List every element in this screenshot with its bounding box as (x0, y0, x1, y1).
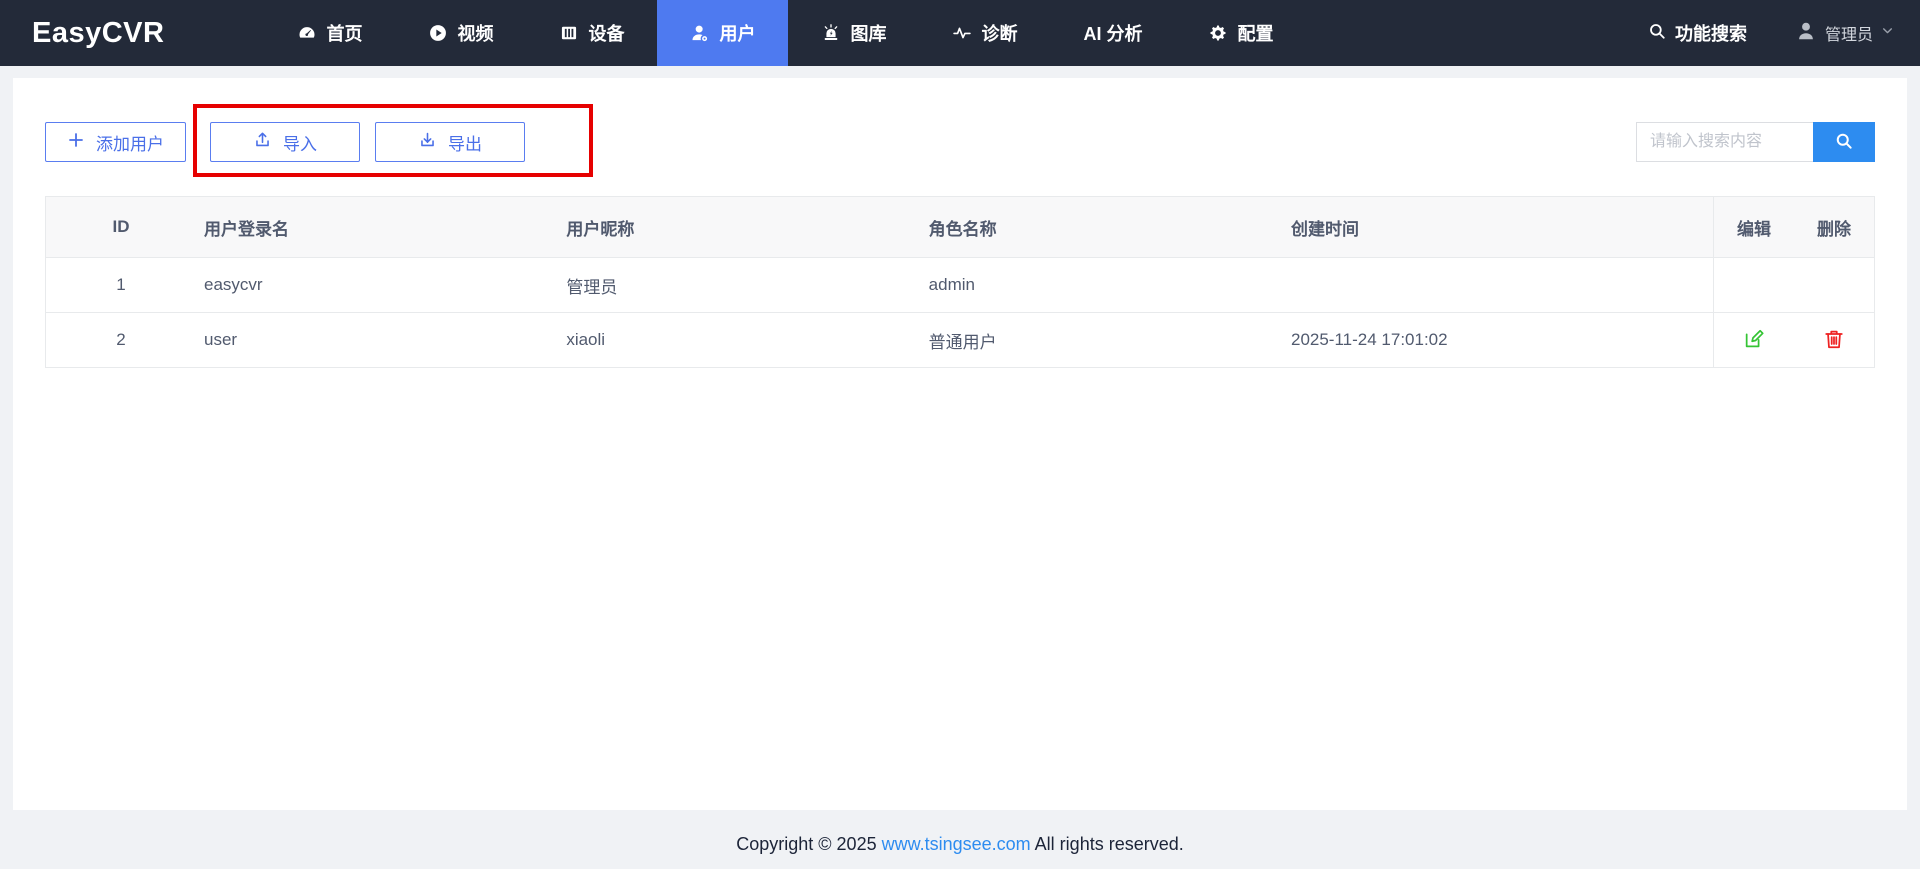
footer: Copyright © 2025 www.tsingsee.com All ri… (0, 810, 1920, 855)
nav-item-label: 配置 (1237, 20, 1273, 46)
cell-role: admin (921, 258, 1283, 312)
nav-item-diagnosis[interactable]: 诊断 (919, 0, 1050, 66)
cell-actions (1713, 258, 1874, 312)
table-row: 2 user xiaoli 普通用户 2025-11-24 17:01:02 (46, 312, 1874, 367)
cell-actions (1713, 313, 1874, 367)
tsingsee-link[interactable]: www.tsingsee.com (882, 834, 1031, 854)
user-table: ID 用户登录名 用户昵称 角色名称 创建时间 编辑 删除 1 easycvr … (45, 196, 1875, 368)
cell-created (1283, 258, 1713, 312)
import-export-group: 导入 导出 (210, 122, 525, 162)
dashboard-icon (297, 23, 317, 43)
user-gear-icon (690, 23, 710, 43)
add-user-label: 添加用户 (96, 130, 164, 155)
content-panel: 添加用户 导入 导出 (13, 78, 1907, 810)
nav-item-label: 图库 (850, 20, 886, 46)
col-header-role: 角色名称 (921, 197, 1283, 257)
cell-delete-empty (1794, 258, 1874, 312)
user-menu[interactable]: 管理员 (1795, 20, 1894, 47)
gear-icon (1208, 23, 1228, 43)
nav-item-label: AI 分析 (1083, 20, 1142, 46)
play-circle-icon (428, 23, 448, 43)
nav-item-label: 视频 (457, 20, 493, 46)
navbar-right: 功能搜索 管理员 (1648, 20, 1894, 47)
export-label: 导出 (448, 130, 482, 155)
add-user-button[interactable]: 添加用户 (45, 122, 186, 162)
rights-text: All rights reserved. (1031, 834, 1184, 854)
function-search-label: 功能搜索 (1675, 20, 1747, 46)
nav-item-config[interactable]: 配置 (1175, 0, 1306, 66)
edit-user-button[interactable] (1743, 328, 1765, 353)
col-header-delete: 删除 (1794, 197, 1874, 257)
import-label: 导入 (283, 130, 317, 155)
pulse-icon (952, 23, 972, 43)
col-header-nickname: 用户昵称 (558, 197, 920, 257)
cell-id: 1 (46, 258, 196, 312)
edit-icon (1743, 328, 1765, 353)
table-header-row: ID 用户登录名 用户昵称 角色名称 创建时间 编辑 删除 (46, 197, 1874, 257)
toolbar: 添加用户 导入 导出 (45, 122, 1875, 162)
main-nav: 首页 视频 设备 用户 图库 (264, 0, 1306, 66)
nav-item-home[interactable]: 首页 (264, 0, 395, 66)
table-row: 1 easycvr 管理员 admin (46, 257, 1874, 312)
cell-login: easycvr (196, 258, 558, 312)
nav-item-gallery[interactable]: 图库 (788, 0, 919, 66)
delete-user-button[interactable] (1823, 328, 1845, 353)
table-search (1636, 122, 1875, 162)
nav-item-label: 设备 (588, 20, 624, 46)
nav-item-label: 用户 (719, 20, 755, 46)
nav-item-label: 诊断 (981, 20, 1017, 46)
trash-icon (1823, 328, 1845, 353)
upload-icon (253, 130, 272, 154)
nav-item-video[interactable]: 视频 (395, 0, 526, 66)
cell-created: 2025-11-24 17:01:02 (1283, 313, 1713, 367)
search-input[interactable] (1636, 122, 1813, 162)
cell-nickname: 管理员 (558, 258, 920, 312)
cell-login: user (196, 313, 558, 367)
col-header-login: 用户登录名 (196, 197, 558, 257)
cell-edit-empty (1714, 258, 1794, 312)
col-header-actions: 编辑 删除 (1713, 197, 1874, 257)
chevron-down-icon (1881, 24, 1894, 42)
cell-nickname: xiaoli (558, 313, 920, 367)
nav-item-ai-analysis[interactable]: AI 分析 (1050, 0, 1175, 66)
alarm-icon (821, 23, 841, 43)
user-menu-label: 管理员 (1825, 21, 1873, 45)
nav-item-user[interactable]: 用户 (657, 0, 788, 66)
cell-id: 2 (46, 313, 196, 367)
plus-icon (67, 131, 85, 154)
app-logo: EasyCVR (32, 17, 164, 50)
import-button[interactable]: 导入 (210, 122, 360, 162)
search-icon (1834, 131, 1854, 154)
col-header-id: ID (46, 197, 196, 257)
copyright-text: Copyright © 2025 (736, 834, 881, 854)
export-button[interactable]: 导出 (375, 122, 525, 162)
avatar-icon (1795, 20, 1817, 47)
function-search-button[interactable]: 功能搜索 (1648, 20, 1747, 46)
devices-icon (559, 23, 579, 43)
col-header-created: 创建时间 (1283, 197, 1713, 257)
nav-item-device[interactable]: 设备 (526, 0, 657, 66)
col-header-edit: 编辑 (1714, 197, 1794, 257)
nav-item-label: 首页 (326, 20, 362, 46)
search-button[interactable] (1813, 122, 1875, 162)
top-navbar: EasyCVR 首页 视频 设备 用户 (0, 0, 1920, 66)
search-icon (1648, 22, 1666, 45)
cell-role: 普通用户 (921, 313, 1283, 367)
download-icon (418, 130, 437, 154)
